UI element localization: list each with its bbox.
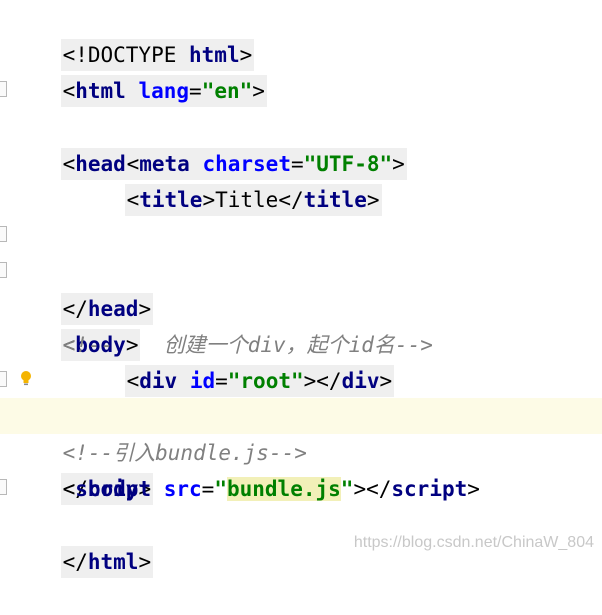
html-close-tag: </html> [60,545,154,578]
fold-marker-icon[interactable] [0,479,7,496]
code-line-10[interactable]: <div id="root"></div> [0,326,602,397]
code-line-3[interactable]: <head> [0,72,602,180]
code-line-6[interactable] [0,181,602,217]
fold-marker-icon[interactable] [0,370,7,387]
code-line-12[interactable]: <!--引入bundle.js--> [0,398,602,465]
fold-marker-icon[interactable] [0,81,7,98]
tag-name: html [87,549,139,574]
code-line-5[interactable]: <title>Title</title> [0,145,602,216]
code-line-9[interactable]: <!-- 创建一个div，起个id名--> [0,290,602,357]
bracket: </ [62,549,88,574]
fold-marker-icon[interactable] [0,262,7,279]
code-line-14[interactable]: </html> [0,470,602,578]
lightbulb-icon[interactable] [20,370,32,386]
code-line-13[interactable]: <script src="bundle.js"></script> [0,434,602,502]
code-line-2[interactable]: <html lang="en"> [0,36,602,108]
watermark: https://blog.csdn.net/ChinaW_804 [353,534,594,551]
bracket: > [138,549,152,574]
code-line-8[interactable]: <body> [0,253,602,361]
code-line-7[interactable]: </head> [0,217,602,325]
code-line-4[interactable]: <meta charset="UTF-8"> [0,109,602,180]
fold-marker-icon[interactable] [0,226,7,243]
code-editor[interactable]: <!DOCTYPE html> <html lang="en"> <head> … [0,0,602,578]
code-line-1[interactable]: <!DOCTYPE html> [0,0,602,72]
code-line-11[interactable]: </body> [0,362,602,506]
